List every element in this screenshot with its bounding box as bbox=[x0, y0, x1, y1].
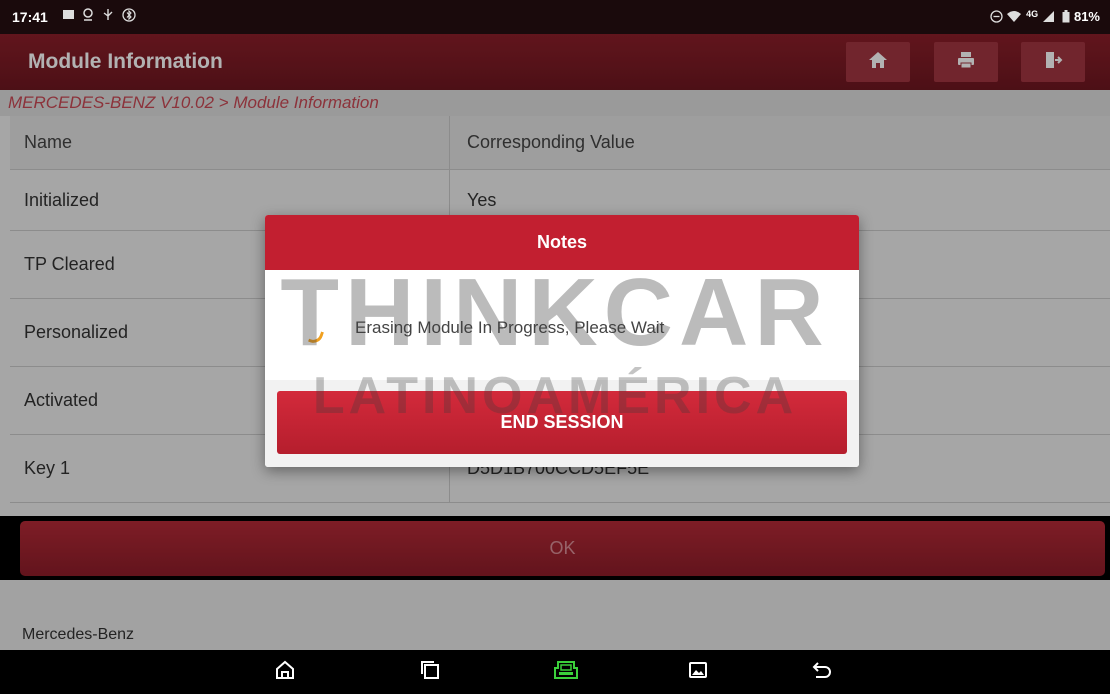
nav-recent-apps-button[interactable] bbox=[410, 656, 450, 688]
network-type: 4G bbox=[1026, 9, 1039, 19]
status-bar: 17:41 4G 81% bbox=[0, 0, 1110, 34]
status-time: 17:41 bbox=[12, 9, 48, 25]
gallery-icon bbox=[687, 659, 709, 686]
navigation-bar bbox=[0, 650, 1110, 694]
location-icon bbox=[82, 8, 94, 25]
wifi-icon bbox=[1006, 10, 1022, 26]
home-icon bbox=[274, 659, 296, 686]
status-indicators: 4G 81% bbox=[990, 9, 1100, 26]
bluetooth-icon bbox=[122, 8, 136, 25]
battery-level: 81% bbox=[1073, 9, 1100, 24]
battery-icon bbox=[1062, 9, 1070, 26]
do-not-disturb-icon bbox=[990, 9, 1003, 26]
nav-back-button[interactable] bbox=[802, 656, 842, 688]
recent-apps-icon bbox=[419, 659, 441, 686]
signal-icon bbox=[1042, 10, 1055, 26]
image-notification-icon bbox=[62, 8, 75, 24]
nav-vci-button[interactable] bbox=[546, 656, 586, 688]
nav-gallery-button[interactable] bbox=[678, 656, 718, 688]
watermark-line-1: THINKCAR bbox=[280, 259, 830, 366]
usb-icon bbox=[102, 8, 114, 24]
vci-icon bbox=[553, 658, 579, 687]
nav-home-button[interactable] bbox=[265, 656, 305, 688]
back-icon bbox=[811, 659, 833, 686]
watermark-line-2: LATINOAMÉRICA bbox=[312, 367, 798, 425]
